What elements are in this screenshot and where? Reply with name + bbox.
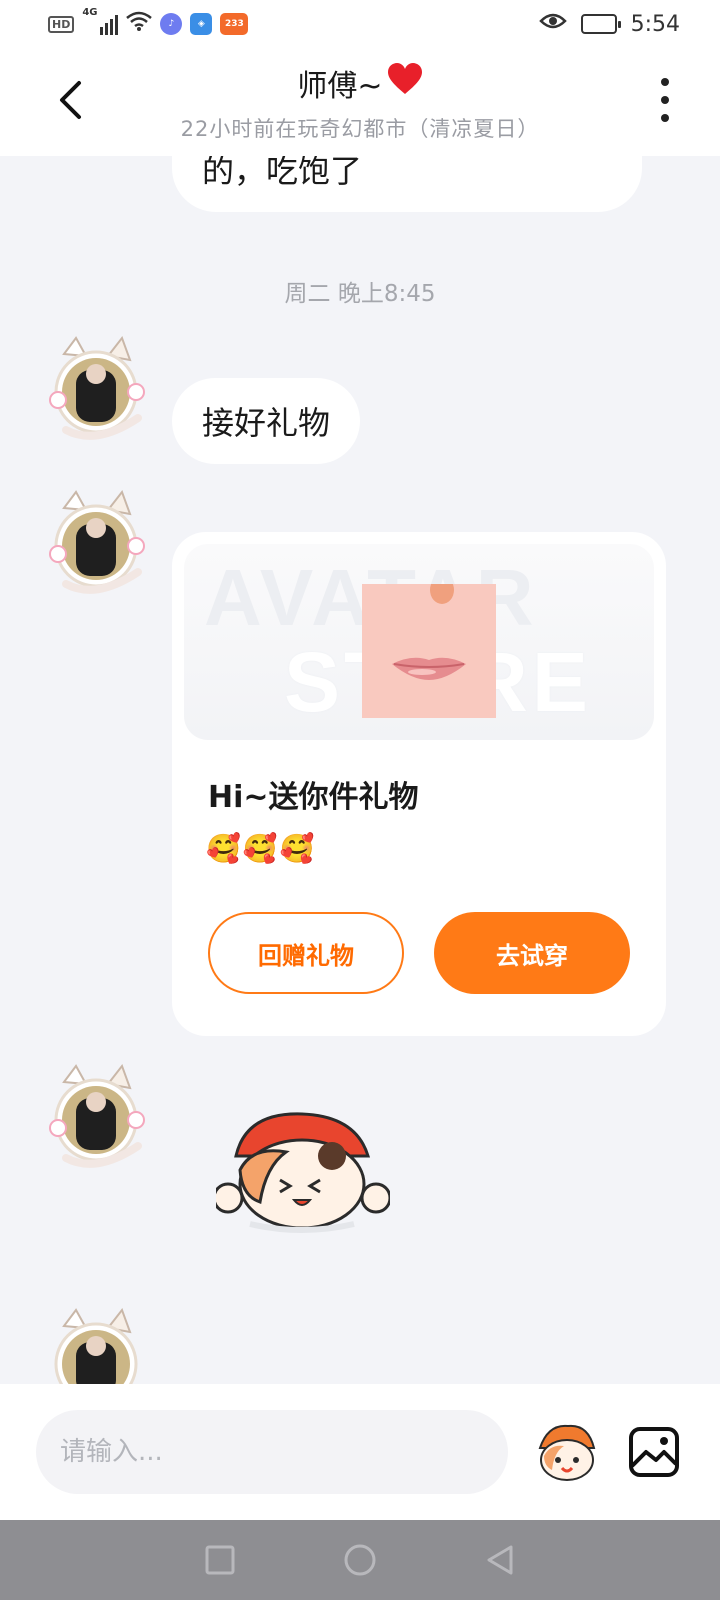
try-on-button[interactable]: 去试穿 (434, 912, 630, 994)
eye-icon (538, 11, 567, 37)
avatar[interactable] (46, 334, 146, 446)
avatar[interactable] (46, 488, 146, 600)
music-app-icon: ♪ (160, 13, 183, 35)
heart-icon (387, 62, 423, 104)
more-options-button[interactable] (650, 78, 680, 122)
triangle-back-icon (487, 1545, 513, 1575)
system-navigation-bar (0, 1520, 720, 1600)
gift-banner: AVATAR STORE (184, 544, 654, 740)
back-button[interactable] (48, 76, 92, 124)
battery-icon (580, 14, 621, 34)
system-back-button[interactable] (480, 1540, 520, 1580)
circle-icon (344, 1544, 376, 1576)
recents-button[interactable] (200, 1540, 240, 1580)
chevron-left-icon (60, 81, 81, 119)
last-active-status: 22小时前在玩奇幻都市（清凉夏日） (180, 117, 540, 141)
gift-card-title: Hi~送你件礼物 (208, 780, 419, 815)
message-input-bar (0, 1384, 720, 1520)
message-timestamp: 周二 晚上8:45 (284, 281, 436, 307)
game-app-icon: 233 (220, 13, 249, 35)
image-icon[interactable] (628, 1426, 680, 1478)
more-dot (661, 114, 669, 122)
contact-name: 师傅~ (181, 61, 540, 105)
clock: 5:54 (630, 11, 680, 37)
security-app-icon: ◈ (190, 13, 213, 35)
header-title-group: 师傅~ 22小时前在玩奇幻都市（清凉夏日） (181, 61, 540, 143)
square-icon (205, 1545, 235, 1575)
gift-card[interactable]: AVATAR STORE Hi~送你件礼物 🥰🥰🥰 回赠礼物 去试穿 (172, 532, 666, 1036)
message-bubble[interactable]: 接好礼物 (172, 378, 361, 464)
chat-header: 师傅~ 22小时前在玩奇幻都市（清凉夏日） (0, 48, 720, 156)
home-button[interactable] (340, 1540, 380, 1580)
message-bubble[interactable]: 的，吃饱了 (172, 156, 642, 212)
more-dot (661, 96, 669, 104)
character-emoji-icon[interactable] (534, 1422, 600, 1484)
avatar[interactable] (46, 1062, 146, 1174)
avatar[interactable] (46, 1306, 146, 1384)
gift-card-emoji: 🥰🥰🥰 (206, 832, 317, 865)
signal-icon: 4G (82, 7, 119, 35)
network-hd-badge: HD (48, 15, 75, 33)
more-dot (661, 78, 669, 86)
message-input[interactable] (36, 1410, 508, 1494)
wifi-icon (126, 11, 153, 37)
status-bar: HD 4G ♪ ◈ 233 5:54 (0, 0, 720, 48)
return-gift-button[interactable]: 回赠礼物 (208, 912, 404, 994)
signal-type-label: 4G (82, 7, 98, 18)
character-sticker[interactable] (212, 1106, 392, 1236)
contact-name-text: 师傅~ (297, 69, 383, 104)
gift-item-image (362, 576, 496, 718)
message-list[interactable]: 的，吃饱了 周二 晚上8:45 接好礼物 Hi~送你件礼物 🥰🥰🥰 回赠礼物 去… (0, 156, 720, 1384)
message-text: 的，吃饱了 (202, 156, 363, 190)
message-text: 接好礼物 (202, 404, 331, 442)
